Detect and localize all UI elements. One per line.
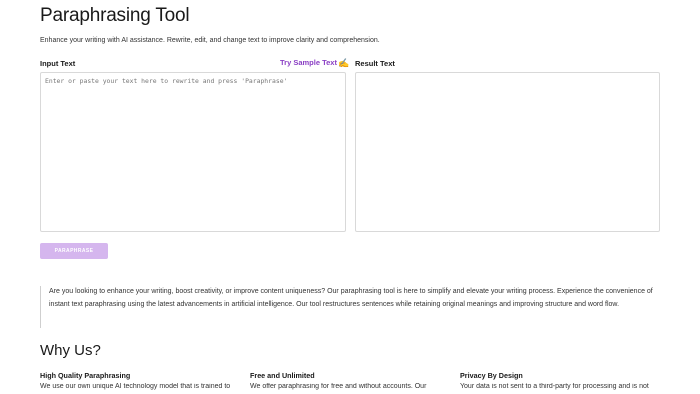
feature-free-unlimited: Free and Unlimited We offer paraphrasing…: [250, 371, 450, 390]
result-text-label: Result Text: [355, 59, 395, 68]
result-text-area[interactable]: [355, 72, 660, 232]
feature-privacy: Privacy By Design Your data is not sent …: [460, 371, 660, 390]
intro-quote-block: Are you looking to enhance your writing,…: [40, 286, 660, 328]
page-title: Paraphrasing Tool: [40, 5, 190, 26]
page-subtitle: Enhance your writing with AI assistance.…: [40, 37, 380, 44]
feature-title: Privacy By Design: [460, 371, 523, 380]
intro-text: Are you looking to enhance your writing,…: [49, 288, 653, 308]
feature-text: We offer paraphrasing for free and witho…: [250, 383, 427, 390]
feature-high-quality: High Quality Paraphrasing We use our own…: [40, 371, 240, 390]
input-text-label: Input Text: [40, 59, 76, 68]
feature-text: Your data is not sent to a third-party f…: [460, 383, 649, 390]
input-text-area[interactable]: [40, 72, 346, 232]
feature-text: We use our own unique AI technology mode…: [40, 383, 231, 390]
paraphrase-button[interactable]: PARAPHRASE: [40, 243, 108, 259]
why-us-heading: Why Us?: [40, 342, 101, 359]
writing-hand-icon: ✍: [337, 58, 350, 68]
feature-title: High Quality Paraphrasing: [40, 371, 131, 380]
feature-title: Free and Unlimited: [250, 371, 315, 380]
try-sample-text-label: Try Sample Text: [280, 58, 337, 67]
try-sample-text-link[interactable]: Try Sample Text✍: [280, 58, 349, 69]
